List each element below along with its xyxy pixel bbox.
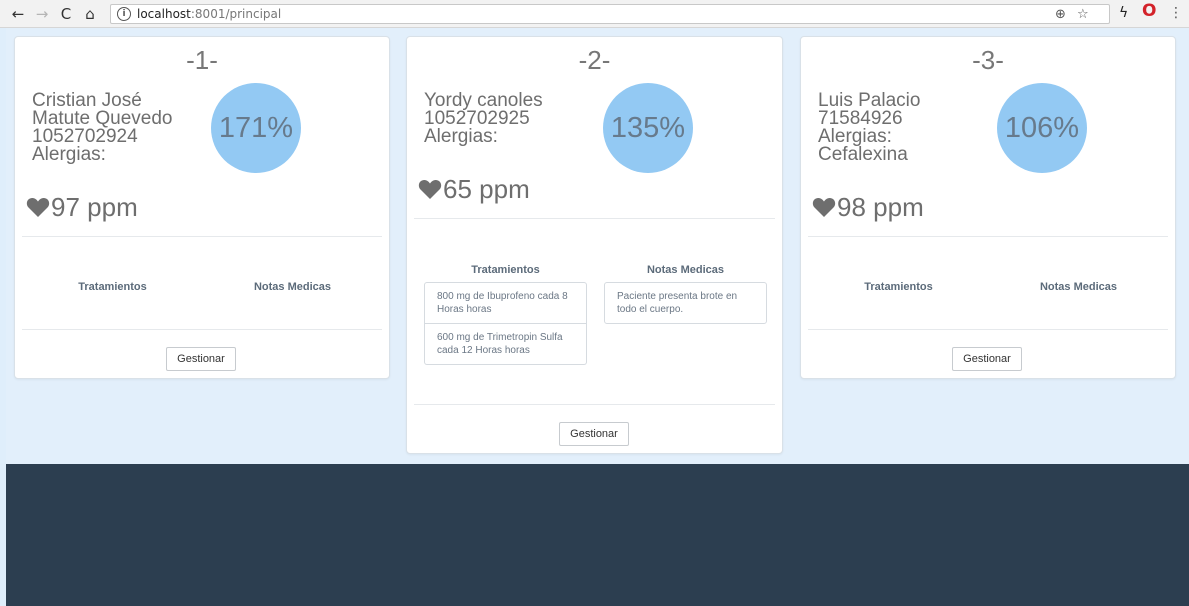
patient-info: Luis Palacio 71584926 Alergias: Cefalexi… [818,91,920,165]
back-arrow-icon[interactable]: ← [9,5,27,23]
reload-icon[interactable]: C [57,5,75,23]
heart-rate: 65 ppm [418,174,530,204]
manage-button[interactable]: Gestionar [952,347,1022,371]
forward-arrow-icon[interactable]: → [33,5,51,23]
info-icon[interactable]: i [117,7,131,21]
treatment-item: 800 mg de Ibuprofeno cada 8 Horas horas [424,282,587,324]
allergies-label: Alergias: [424,126,498,147]
allergies-value: Cefalexina [818,144,908,165]
patient-card-1: -1- Cristian José Matute Quevedo 1052702… [14,36,390,379]
address-bar[interactable]: i localhost:8001/principal ⊕ ☆ [110,4,1110,24]
heart-icon [26,197,50,217]
patient-card-2: -2- Yordy canoles 1052702925 Alergias: 1… [406,36,783,454]
browser-toolbar: ← → C ⌂ i localhost:8001/principal ⊕ ☆ ϟ… [0,0,1189,28]
percentage-circle: 106% [997,83,1087,173]
treatment-item: 600 mg de Trimetropin Sulfa cada 12 Hora… [424,324,587,365]
notes-heading: Notas Medicas [1039,281,1118,293]
heart-icon [418,179,442,199]
heart-rate: 97 ppm [26,192,138,222]
zoom-icon[interactable]: ⊕ [1055,8,1066,22]
card-number: -2- [578,45,611,75]
percentage-circle: 135% [603,83,693,173]
manage-button[interactable]: Gestionar [166,347,236,371]
patient-info: Cristian José Matute Quevedo 1052702924 … [32,91,172,165]
heart-icon [812,197,836,217]
divider [414,218,775,219]
divider [808,236,1168,237]
opera-icon[interactable]: O [1142,3,1156,20]
patient-card-3: -3- Luis Palacio 71584926 Alergias: Cefa… [800,36,1176,379]
lightning-icon[interactable]: ϟ [1119,5,1128,21]
heart-rate: 98 ppm [812,192,924,222]
star-icon[interactable]: ☆ [1077,8,1089,22]
divider [22,329,382,330]
notes-heading: Notas Medicas [253,281,332,293]
patient-info: Yordy canoles 1052702925 Alergias: [424,91,543,147]
treatments-heading: Tratamientos [471,264,540,276]
page-footer [6,464,1189,606]
divider [22,236,382,237]
notes-heading: Notas Medicas [646,264,725,276]
home-icon[interactable]: ⌂ [81,5,99,23]
menu-icon[interactable]: ⋮ [1169,5,1183,21]
divider [414,404,775,405]
url-text[interactable]: localhost:8001/principal [137,7,281,22]
divider [808,329,1168,330]
card-number: -1- [186,45,218,75]
treatments-heading: Tratamientos [78,281,147,293]
notes-list: Paciente presenta brote en todo el cuerp… [604,282,767,324]
note-item: Paciente presenta brote en todo el cuerp… [604,282,767,324]
card-number: -3- [972,45,1004,75]
treatments-list: 800 mg de Ibuprofeno cada 8 Horas horas … [424,282,587,365]
percentage-circle: 171% [211,83,301,173]
manage-button[interactable]: Gestionar [559,422,629,446]
treatments-heading: Tratamientos [864,281,933,293]
allergies-label: Alergias: [32,144,106,165]
